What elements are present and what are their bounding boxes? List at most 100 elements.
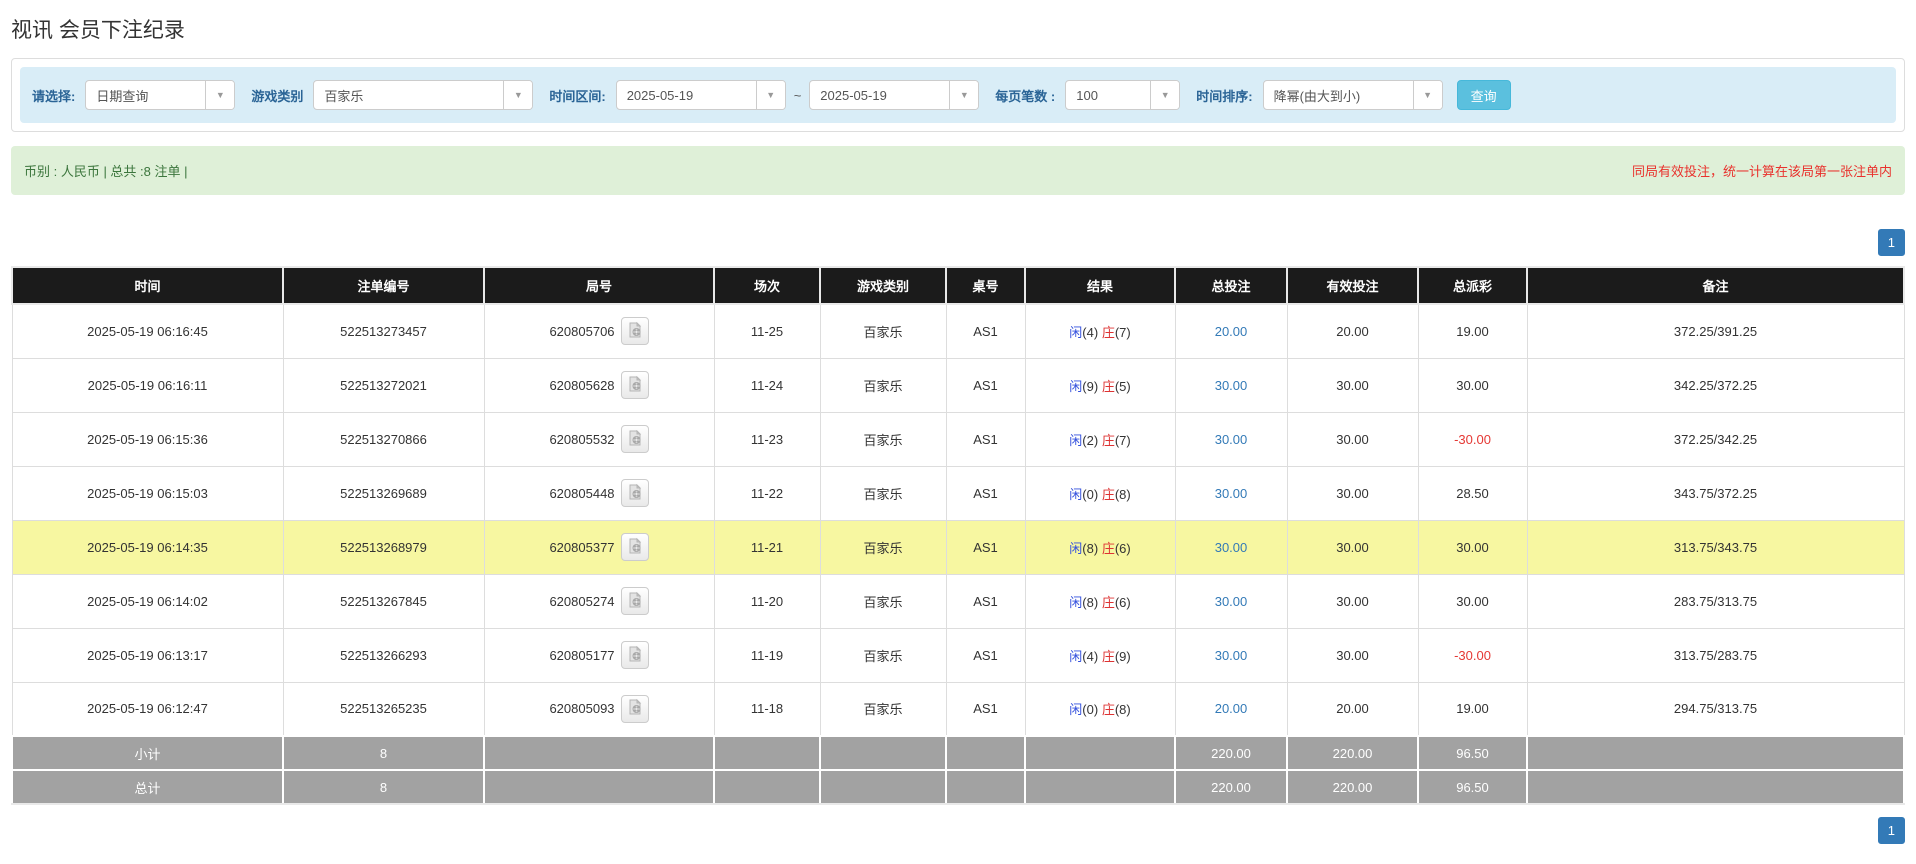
total-bet-link[interactable]: 30.00 (1215, 594, 1248, 609)
cell-bet-no: 522513272021 (282, 357, 485, 413)
col-header-payout: 总派彩 (1417, 266, 1528, 305)
total-bet-link[interactable]: 30.00 (1215, 486, 1248, 501)
col-header-round-no: 局号 (483, 266, 715, 305)
table-row: 2025-05-19 06:15:36 522513270866 6208055… (11, 411, 1905, 467)
result-player-label: 闲 (1069, 486, 1083, 502)
per-page-value: 100 (1076, 87, 1098, 103)
cell-round-no: 620805093 (483, 681, 715, 737)
cell-payout: 30.00 (1417, 357, 1528, 413)
col-header-result: 结果 (1024, 266, 1176, 305)
cell-result: 闲(0) 庄(8) (1024, 465, 1176, 521)
chevron-down-icon[interactable]: ▼ (205, 81, 235, 109)
total-bet-link[interactable]: 30.00 (1215, 540, 1248, 555)
search-button[interactable]: 查询 (1456, 80, 1511, 110)
query-type-select[interactable]: 日期查询 ▼ (85, 80, 236, 110)
result-player-value: (2) (1082, 432, 1099, 448)
chevron-down-icon[interactable]: ▼ (1412, 81, 1442, 109)
chevron-down-icon[interactable]: ▼ (503, 81, 533, 109)
film-record-icon (627, 429, 643, 449)
subtotal-total-bet: 220.00 (1174, 735, 1288, 771)
summary-bar: 币别 : 人民币 | 总共 :8 注单 | 同局有效投注，统一计算在该局第一张注… (11, 146, 1905, 195)
cell-game-type: 百家乐 (819, 411, 947, 467)
cell-result: 闲(0) 庄(8) (1024, 681, 1176, 737)
video-replay-icon-button[interactable] (620, 479, 649, 507)
cell-remark: 313.75/283.75 (1526, 627, 1905, 683)
cell-game-type: 百家乐 (819, 519, 947, 575)
chevron-down-icon[interactable]: ▼ (949, 81, 979, 109)
film-record-icon (627, 321, 643, 341)
col-header-total-bet: 总投注 (1174, 266, 1288, 305)
cell-remark: 372.25/391.25 (1526, 303, 1905, 359)
sort-order-select[interactable]: 降幂(由大到小) ▼ (1262, 80, 1443, 110)
result-player-label: 闲 (1069, 432, 1083, 448)
total-bet-link[interactable]: 30.00 (1215, 648, 1248, 663)
cell-time: 2025-05-19 06:16:45 (11, 303, 284, 359)
total-bet-link[interactable]: 20.00 (1215, 324, 1248, 339)
cell-result: 闲(4) 庄(7) (1024, 303, 1176, 359)
grand-total-payout: 96.50 (1417, 769, 1528, 805)
film-record-icon (627, 483, 643, 503)
chevron-down-icon[interactable]: ▼ (1150, 81, 1180, 109)
total-bet-link[interactable]: 20.00 (1215, 701, 1248, 716)
result-banker-value: (7) (1114, 432, 1131, 448)
round-no-text: 620805448 (549, 485, 615, 501)
cell-valid-bet: 30.00 (1286, 627, 1419, 683)
video-replay-icon-button[interactable] (620, 425, 649, 453)
subtotal-row: 小计 8 220.00 220.00 96.50 (11, 735, 1905, 771)
cell-remark: 294.75/313.75 (1526, 681, 1905, 737)
cell-game-type: 百家乐 (819, 681, 947, 737)
result-banker-label: 庄 (1101, 486, 1115, 502)
result-player-value: (4) (1082, 648, 1099, 664)
query-type-label: 请选择: (32, 88, 76, 104)
subtotal-payout: 96.50 (1417, 735, 1528, 771)
cell-payout: 19.00 (1417, 681, 1528, 737)
col-header-bet-no: 注单编号 (282, 266, 485, 305)
page-1-button[interactable]: 1 (1877, 817, 1905, 844)
video-replay-icon-button[interactable] (620, 694, 649, 723)
date-to-select[interactable]: 2025-05-19 ▼ (809, 80, 980, 110)
cell-payout: 28.50 (1417, 465, 1528, 521)
total-bet-link[interactable]: 30.00 (1215, 378, 1248, 393)
video-replay-icon-button[interactable] (620, 317, 649, 346)
cell-session: 11-18 (713, 681, 821, 737)
page-1-button[interactable]: 1 (1877, 229, 1905, 256)
pagination-top: 1 (11, 229, 1905, 256)
cell-round-no: 620805628 (483, 357, 715, 413)
cell-round-no: 620805377 (483, 519, 715, 575)
result-banker-label: 庄 (1101, 540, 1115, 556)
cell-round-no: 620805448 (483, 465, 715, 521)
summary-warning-note: 同局有效投注，统一计算在该局第一张注单内 (1631, 164, 1892, 179)
per-page-select[interactable]: 100 ▼ (1065, 80, 1181, 110)
date-from-select[interactable]: 2025-05-19 ▼ (615, 80, 786, 110)
cell-game-type: 百家乐 (819, 465, 947, 521)
cell-total-bet: 30.00 (1174, 519, 1288, 575)
filter-panel: 请选择: 日期查询 ▼ 游戏类别 百家乐 ▼ 时间区间: 2025-05-19 … (11, 58, 1905, 132)
cell-game-type: 百家乐 (819, 573, 947, 629)
cell-remark: 283.75/313.75 (1526, 573, 1905, 629)
chevron-down-icon[interactable]: ▼ (755, 81, 785, 109)
cell-session: 11-25 (713, 303, 821, 359)
cell-total-bet: 20.00 (1174, 681, 1288, 737)
video-replay-icon-button[interactable] (620, 587, 649, 615)
video-replay-icon-button[interactable] (620, 371, 649, 399)
video-replay-icon-button[interactable] (620, 533, 649, 561)
film-record-icon (627, 645, 643, 665)
result-banker-label: 庄 (1101, 648, 1115, 664)
cell-bet-no: 522513265235 (282, 681, 485, 737)
cell-session: 11-21 (713, 519, 821, 575)
result-player-value: (8) (1082, 540, 1099, 556)
sort-order-label: 时间排序: (1196, 88, 1253, 104)
cell-game-type: 百家乐 (819, 627, 947, 683)
video-replay-icon-button[interactable] (620, 641, 649, 669)
table-body: 2025-05-19 06:16:45 522513273457 6208057… (11, 303, 1905, 737)
cell-table-no: AS1 (945, 627, 1026, 683)
col-header-session: 场次 (713, 266, 821, 305)
cell-total-bet: 30.00 (1174, 411, 1288, 467)
cell-table-no: AS1 (945, 357, 1026, 413)
game-type-select[interactable]: 百家乐 ▼ (313, 80, 534, 110)
round-no-text: 620805093 (549, 701, 615, 717)
col-header-remark: 备注 (1526, 266, 1905, 305)
cell-valid-bet: 30.00 (1286, 573, 1419, 629)
total-bet-link[interactable]: 30.00 (1215, 432, 1248, 447)
cell-time: 2025-05-19 06:14:35 (11, 519, 284, 575)
